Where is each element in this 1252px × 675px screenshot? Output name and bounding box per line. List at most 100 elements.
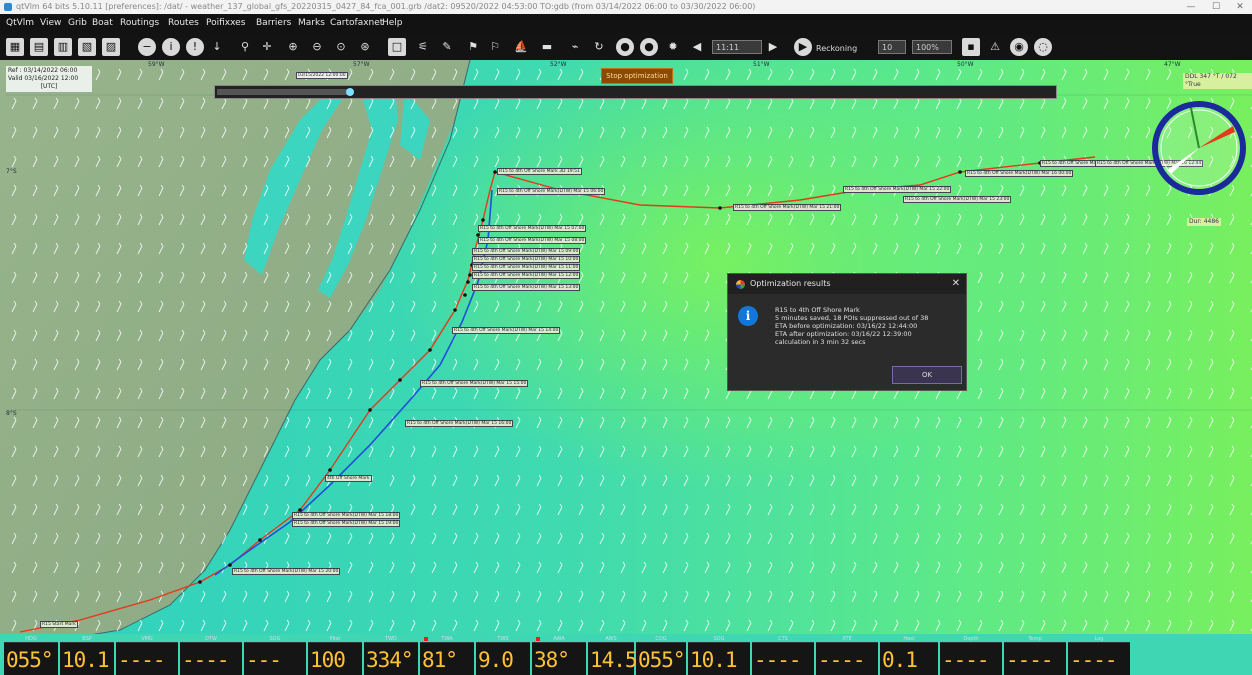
instrument-cts[interactable]: CTS ---- — [752, 636, 814, 675]
route-waypoint[interactable] — [463, 293, 467, 297]
grib-info-icon[interactable]: ▨ — [102, 38, 120, 56]
menu-barriers[interactable]: Barriers — [256, 18, 291, 28]
grib-file-icon[interactable]: ▦ — [6, 38, 24, 56]
ruler-icon[interactable]: ⚟ — [414, 38, 432, 56]
zoom-area-icon[interactable]: ⊛ — [356, 38, 374, 56]
route-waypoint-label[interactable]: R15 Start Mark — [40, 621, 78, 628]
instrument-depth[interactable]: Depth ---- — [940, 636, 1002, 675]
circle-icon[interactable]: ● — [616, 38, 634, 56]
route-waypoint-label[interactable]: R15 to 4th Off Shore Mark(DTW) Mar 15 06… — [497, 188, 606, 195]
route-waypoint-label[interactable]: R15 to 4th Off Shore Mark(DTW) Mar 15 10… — [472, 256, 581, 263]
grib-save-icon[interactable]: ▧ — [78, 38, 96, 56]
route-waypoint[interactable] — [718, 206, 722, 210]
route-waypoint-label[interactable]: R15 to 4th Off Shore Mark(DTW) Mar 15 23… — [903, 196, 1012, 203]
route-waypoint-label[interactable]: R15 to 4th Off Shore Mark(DTW) Mar 15 09… — [472, 248, 581, 255]
ok-button[interactable]: OK — [892, 366, 962, 384]
instrument-log[interactable]: Log ---- — [1068, 636, 1130, 675]
record-icon[interactable]: ◉ — [1010, 38, 1028, 56]
grib-settings-icon[interactable]: ▪ — [962, 38, 980, 56]
progress-knob[interactable] — [345, 88, 354, 96]
instrument-dtw[interactable]: DTW ---- — [180, 636, 242, 675]
zoom-fit-icon[interactable]: ⊙ — [332, 38, 350, 56]
menu-routes[interactable]: Routes — [168, 18, 199, 28]
route-waypoint-label[interactable]: R15 to 4th Off Shore Mark(DTW) Mar 15 12… — [472, 272, 581, 279]
instrument-twd[interactable]: TWD 334° — [364, 636, 418, 675]
route-waypoint-label[interactable]: R15 to 4th Off Shore Mark 3D 19:51 — [497, 168, 582, 175]
route-waypoint-label[interactable]: R15 to 4th Off Shore Mark(DTW) Mar 15 22… — [843, 186, 952, 193]
route-waypoint-label[interactable]: R15 to 4th Off Shore Mark(DTW) Mar 15 15… — [420, 380, 529, 387]
route-waypoint[interactable] — [466, 280, 470, 284]
route-waypoint-label[interactable]: R15 to 4th Off Shore Mark(DTW) Mar 15 18… — [292, 512, 401, 519]
compass-rose[interactable] — [1151, 100, 1247, 196]
route-waypoint-label[interactable]: R15 to 4th Off Shore Mark(DTW) Mar 15 11… — [472, 264, 581, 271]
instrument-heel[interactable]: Heel 0.1 — [880, 636, 938, 675]
wind-arrow-icon[interactable]: ↓ — [208, 38, 226, 56]
zoom-out-icon[interactable]: ⊖ — [308, 38, 326, 56]
route-waypoint[interactable] — [198, 580, 202, 584]
instrument-vmg[interactable]: VMG ---- — [116, 636, 178, 675]
route-waypoint[interactable] — [398, 378, 402, 382]
warning-icon[interactable]: ⚠ — [986, 38, 1004, 56]
date-field[interactable]: 11:11 — [712, 40, 762, 54]
route-waypoint-label[interactable]: R15 to 4th Off Shore Mark(DTW) Mar 15 16… — [405, 420, 514, 427]
play-icon[interactable]: ▶ — [794, 38, 812, 56]
instrument-aws[interactable]: AWS 14.5 — [588, 636, 638, 675]
instrument-xte[interactable]: XTE ---- — [816, 636, 878, 675]
select-icon[interactable]: □ — [388, 38, 406, 56]
instrument-tws[interactable]: TWS 9.0 — [476, 636, 530, 675]
instrument-temp[interactable]: Temp ---- — [1004, 636, 1066, 675]
menu-view[interactable]: View — [40, 18, 61, 28]
instrument-pilot[interactable]: Pilot 100 — [308, 636, 362, 675]
route-waypoint-label[interactable]: 4th Off Shore Mark — [325, 475, 372, 482]
instrument-hdg[interactable]: HDG 055° — [4, 636, 58, 675]
route-waypoint-label[interactable]: R15 to 4th Off Shore Mark(DTW) Mar 15 21… — [733, 204, 842, 211]
zoom-in-icon[interactable]: ⊕ — [284, 38, 302, 56]
route-icon[interactable]: ▬ — [538, 38, 556, 56]
maximize-button[interactable]: ☐ — [1205, 0, 1227, 14]
instrument-bsp[interactable]: BSP 10.1 — [60, 636, 114, 675]
grib-download-icon[interactable]: ▥ — [54, 38, 72, 56]
route-waypoint-label[interactable]: R15 to 4th Off Shore Mark(DTW) Mar 15 07… — [478, 225, 587, 232]
settings-icon[interactable]: ✹ — [664, 38, 682, 56]
step-field[interactable]: 10 — [878, 40, 906, 54]
menu-qtvlm[interactable]: QtVlm — [6, 18, 34, 28]
menu-poi[interactable]: Poifixxes — [206, 18, 245, 28]
route-waypoint-label[interactable]: R15 to 4th Off Shore Mark(DTW) Mar 15 19… — [292, 520, 401, 527]
menu-help[interactable]: Help — [382, 18, 403, 28]
instrument-twa[interactable]: TWA 81° — [420, 636, 474, 675]
info-circle-2-icon[interactable]: ! — [186, 38, 204, 56]
route-waypoint[interactable] — [481, 218, 485, 222]
cycle-icon[interactable]: ◌ — [1034, 38, 1052, 56]
step-forward-icon[interactable]: ▶ — [764, 38, 782, 56]
menu-marks[interactable]: Marks — [298, 18, 325, 28]
close-window-button[interactable]: ✕ — [1229, 0, 1251, 14]
circle-2-icon[interactable]: ● — [640, 38, 658, 56]
route-waypoint[interactable] — [428, 348, 432, 352]
menu-routings[interactable]: Routings — [120, 18, 159, 28]
menu-boat[interactable]: Boat — [92, 18, 113, 28]
boat-icon[interactable]: ⛵ — [512, 38, 530, 56]
flag-icon[interactable]: ⚐ — [486, 38, 504, 56]
menu-grib[interactable]: Grib — [68, 18, 87, 28]
minus-circle-icon[interactable]: − — [138, 38, 156, 56]
step-back-icon[interactable]: ◀ — [688, 38, 706, 56]
menu-cartofax[interactable]: Cartofaxnet — [330, 18, 383, 28]
info-circle-icon[interactable]: i — [162, 38, 180, 56]
route-waypoint[interactable] — [453, 308, 457, 312]
route-waypoint[interactable] — [958, 170, 962, 174]
dialog-close-button[interactable]: ✕ — [952, 274, 960, 294]
instrument-awa[interactable]: AWA 38° — [532, 636, 586, 675]
clock-icon[interactable]: ⌁ — [566, 38, 584, 56]
route-waypoint-label[interactable]: R15 to 4th Off Shore Mark(DTW) Mar 15 20… — [232, 568, 341, 575]
route-waypoint-label[interactable]: R15 to 4th Off Shore Mark(DTW) Mar 15 13… — [472, 284, 581, 291]
instrument-sog[interactable]: SOG --- — [244, 636, 306, 675]
marker-icon[interactable]: ⚑ — [464, 38, 482, 56]
route-waypoint-label[interactable]: R15 to 4th Off Shore Mark(DTW) Mar 15 08… — [478, 237, 587, 244]
route-waypoint[interactable] — [258, 538, 262, 542]
instrument-sog[interactable]: SOG 10.1 — [688, 636, 750, 675]
stop-optimization-button[interactable]: Stop optimization — [601, 68, 673, 84]
zoom-field[interactable]: 100% — [912, 40, 952, 54]
grib-open-icon[interactable]: ▤ — [30, 38, 48, 56]
instrument-cog[interactable]: COG 055° — [636, 636, 686, 675]
chart-map[interactable] — [0, 60, 1252, 640]
